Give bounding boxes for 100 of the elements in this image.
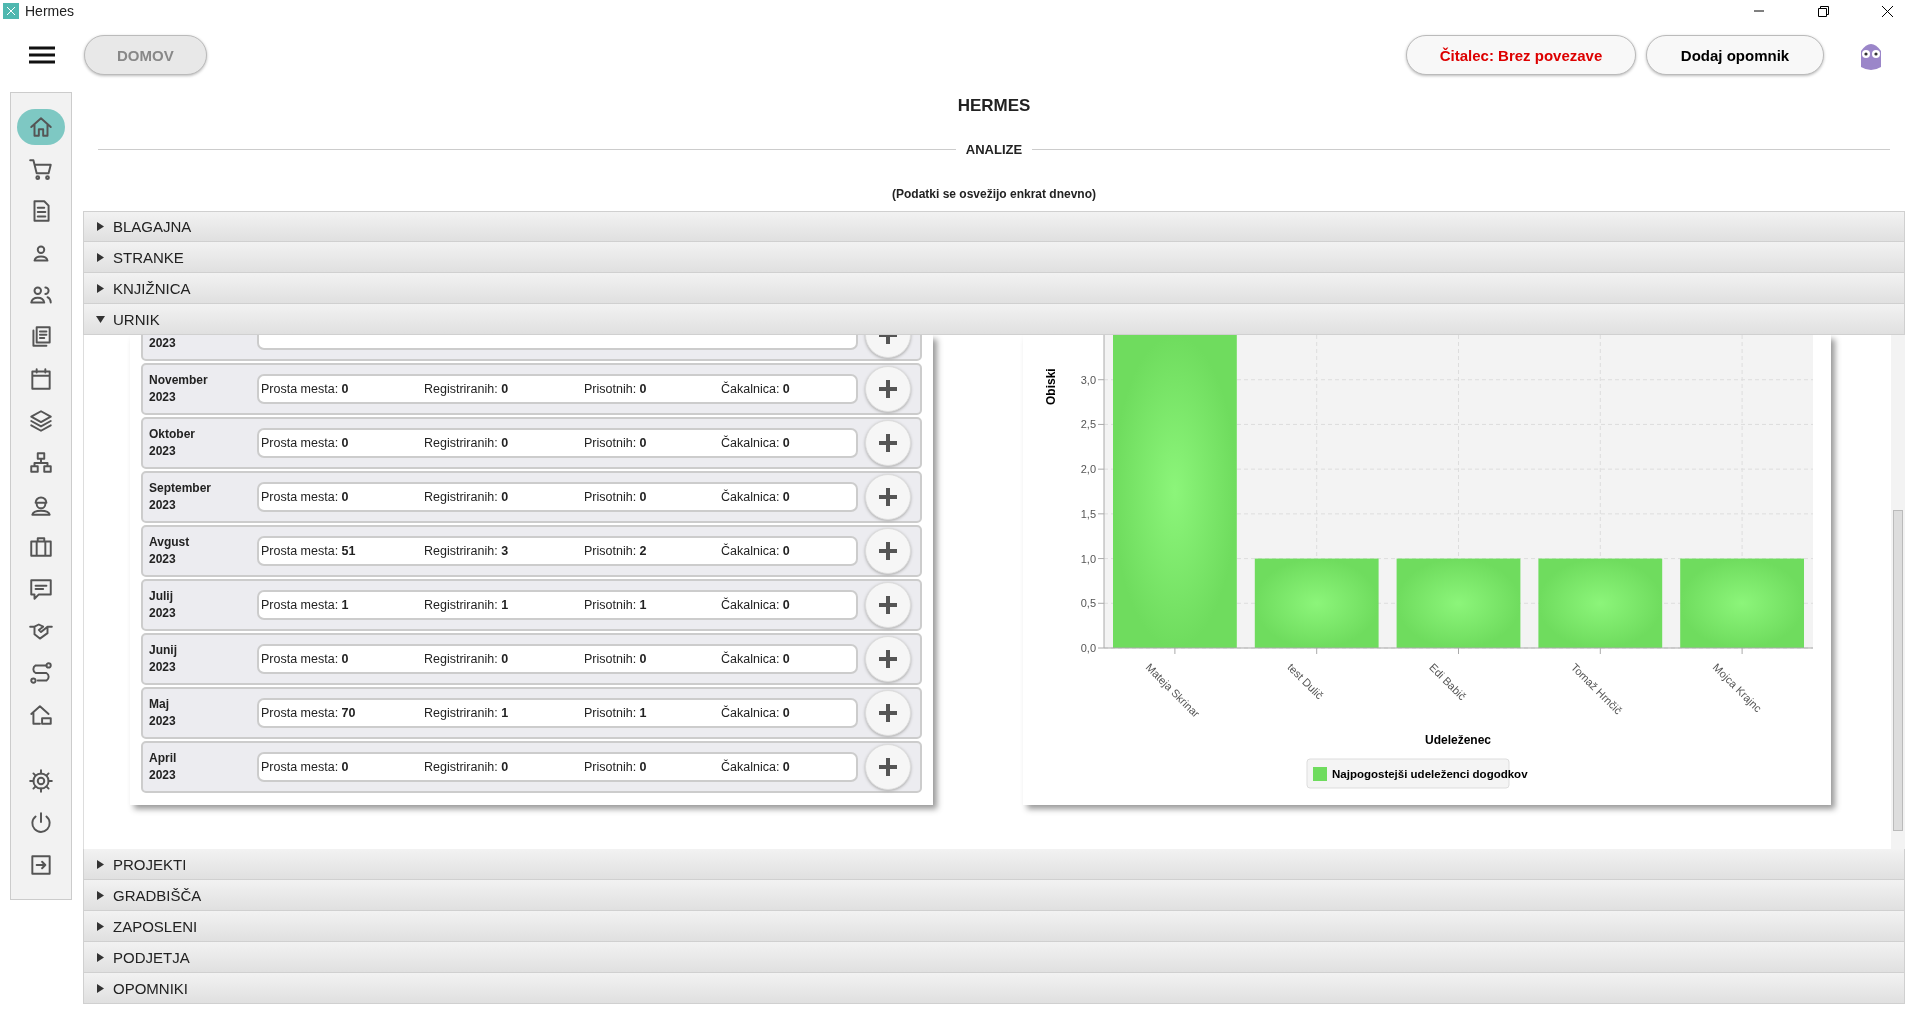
stat-text: Čakalnica: 0 xyxy=(721,382,791,396)
plus-icon xyxy=(877,378,899,400)
accordion-title: OPOMNIKI xyxy=(113,979,188,997)
power-icon xyxy=(28,810,54,836)
layers-icon xyxy=(28,408,54,434)
sitemap-icon xyxy=(28,450,54,476)
stat-text: Prosta mesta: 70 xyxy=(261,706,357,720)
accordion-header[interactable]: KNJIŽNICA xyxy=(83,273,1905,304)
add-button[interactable] xyxy=(865,582,911,628)
house-car-icon xyxy=(28,702,54,728)
section-title: ANALIZE xyxy=(965,142,1023,157)
close-icon[interactable] xyxy=(1881,5,1893,17)
y-tick-label: 0,0 xyxy=(1080,642,1096,654)
app-icon xyxy=(3,3,19,19)
y-tick-label: 3,0 xyxy=(1080,373,1096,386)
accordion-header[interactable]: STRANKE xyxy=(83,242,1905,273)
add-button[interactable] xyxy=(865,636,911,682)
collapsed-arrow-icon xyxy=(96,921,105,931)
stat-text: Prisotnih: 0 xyxy=(584,382,648,396)
accordion-title: KNJIŽNICA xyxy=(113,279,191,297)
add-button[interactable] xyxy=(865,366,911,412)
scrollbar[interactable] xyxy=(1891,335,1905,849)
collapsed-arrow-icon xyxy=(96,222,105,231)
legend-label: Najpogostejši udeleženci dogodkov xyxy=(1332,768,1528,780)
stat-text: Prosta mesta: 0 xyxy=(261,652,350,666)
add-reminder-button[interactable]: Dodaj opomnik xyxy=(1646,35,1824,75)
y-tick-label: 0,5 xyxy=(1080,597,1096,610)
accordion-header[interactable]: GRADBIŠČA xyxy=(83,880,1905,911)
plus-icon xyxy=(877,648,899,670)
collapsed-arrow-icon xyxy=(96,952,105,962)
briefcase-icon xyxy=(28,534,54,560)
route-icon xyxy=(28,660,54,686)
y-tick-label: 1,0 xyxy=(1080,552,1096,565)
month-label: Junij 2023 xyxy=(149,642,178,676)
accordion-header[interactable]: ZAPOSLENI xyxy=(83,911,1905,942)
stat-text: Čakalnica: 0 xyxy=(721,436,791,450)
accordion-title: BLAGAJNA xyxy=(113,218,192,235)
add-button[interactable] xyxy=(865,528,911,574)
plus-icon xyxy=(877,540,899,562)
window-title: Hermes xyxy=(25,3,75,19)
stat-text: Prisotnih: 0 xyxy=(584,760,648,774)
restore-icon[interactable] xyxy=(1817,5,1829,17)
stat-text: Čakalnica: 0 xyxy=(721,544,791,558)
stat-text: Prisotnih: 0 xyxy=(584,436,648,450)
month-label: Oktober 2023 xyxy=(149,426,196,460)
sidebar-item[interactable] xyxy=(17,109,65,145)
stat-text: Registriranih: 3 xyxy=(424,544,510,558)
collapsed-arrow-icon xyxy=(96,890,105,900)
menu-icon[interactable] xyxy=(29,46,55,64)
stat-text: Prisotnih: 1 xyxy=(584,598,648,612)
stat-text: Prosta mesta: 0 xyxy=(261,436,350,450)
chat-icon xyxy=(28,576,54,602)
page-title: HERMES xyxy=(956,96,1032,116)
plus-icon xyxy=(877,432,899,454)
month-label: November 2023 xyxy=(149,372,209,406)
stat-text: Registriranih: 0 xyxy=(424,490,510,504)
accordion-title: PODJETJA xyxy=(113,948,190,966)
calendar-icon xyxy=(28,366,54,392)
plus-icon xyxy=(877,594,899,616)
month-label: 2023 xyxy=(149,335,177,352)
stat-text: Registriranih: 0 xyxy=(424,652,510,666)
stat-text: Prisotnih: 0 xyxy=(584,652,648,666)
accordion-header[interactable]: BLAGAJNA xyxy=(83,211,1905,242)
accordion-header[interactable]: OPOMNIKI xyxy=(83,973,1905,1004)
accordion-title: URNIK xyxy=(113,310,160,328)
stat-text: Registriranih: 0 xyxy=(424,436,510,450)
plus-icon xyxy=(877,756,899,778)
month-label: Julij 2023 xyxy=(149,588,177,622)
add-button[interactable] xyxy=(865,420,911,466)
stat-text: Registriranih: 0 xyxy=(424,382,510,396)
stat-text: Registriranih: 1 xyxy=(424,706,510,720)
add-button[interactable] xyxy=(865,690,911,736)
accordion-header[interactable]: PROJEKTI xyxy=(83,849,1905,880)
plus-icon xyxy=(877,486,899,508)
month-label: Maj 2023 xyxy=(149,696,177,730)
stat-text: Prosta mesta: 1 xyxy=(261,598,350,612)
collapsed-arrow-icon xyxy=(96,283,105,293)
stat-text: Prisotnih: 1 xyxy=(584,706,648,720)
y-tick-label: 2,0 xyxy=(1080,463,1096,476)
exit-icon xyxy=(28,852,54,878)
stat-text: Prisotnih: 0 xyxy=(584,490,648,504)
collapsed-arrow-icon xyxy=(96,859,105,869)
accordion-title: PROJEKTI xyxy=(113,855,187,873)
reader-status-button[interactable]: Čitalec: Brez povezave xyxy=(1406,35,1636,75)
month-label: Avgust 2023 xyxy=(149,534,191,568)
home-icon xyxy=(28,114,54,140)
stat-text: Čakalnica: 0 xyxy=(721,598,791,612)
accordion-header[interactable]: URNIK xyxy=(83,304,1905,335)
stat-text: Čakalnica: 0 xyxy=(721,760,791,774)
y-tick-label: 2,5 xyxy=(1080,418,1096,431)
cart-icon xyxy=(28,156,54,182)
add-button[interactable] xyxy=(865,744,911,790)
x-axis-title: Udeleženec xyxy=(1425,733,1491,747)
month-label: September 2023 xyxy=(149,480,213,514)
y-axis-title: Obiski xyxy=(1044,368,1058,405)
month-label: April 2023 xyxy=(149,750,178,784)
accordion-header[interactable]: PODJETJA xyxy=(83,942,1905,973)
stat-text: Prosta mesta: 0 xyxy=(261,760,350,774)
stat-text: Čakalnica: 0 xyxy=(721,490,791,504)
add-button[interactable] xyxy=(865,474,911,520)
